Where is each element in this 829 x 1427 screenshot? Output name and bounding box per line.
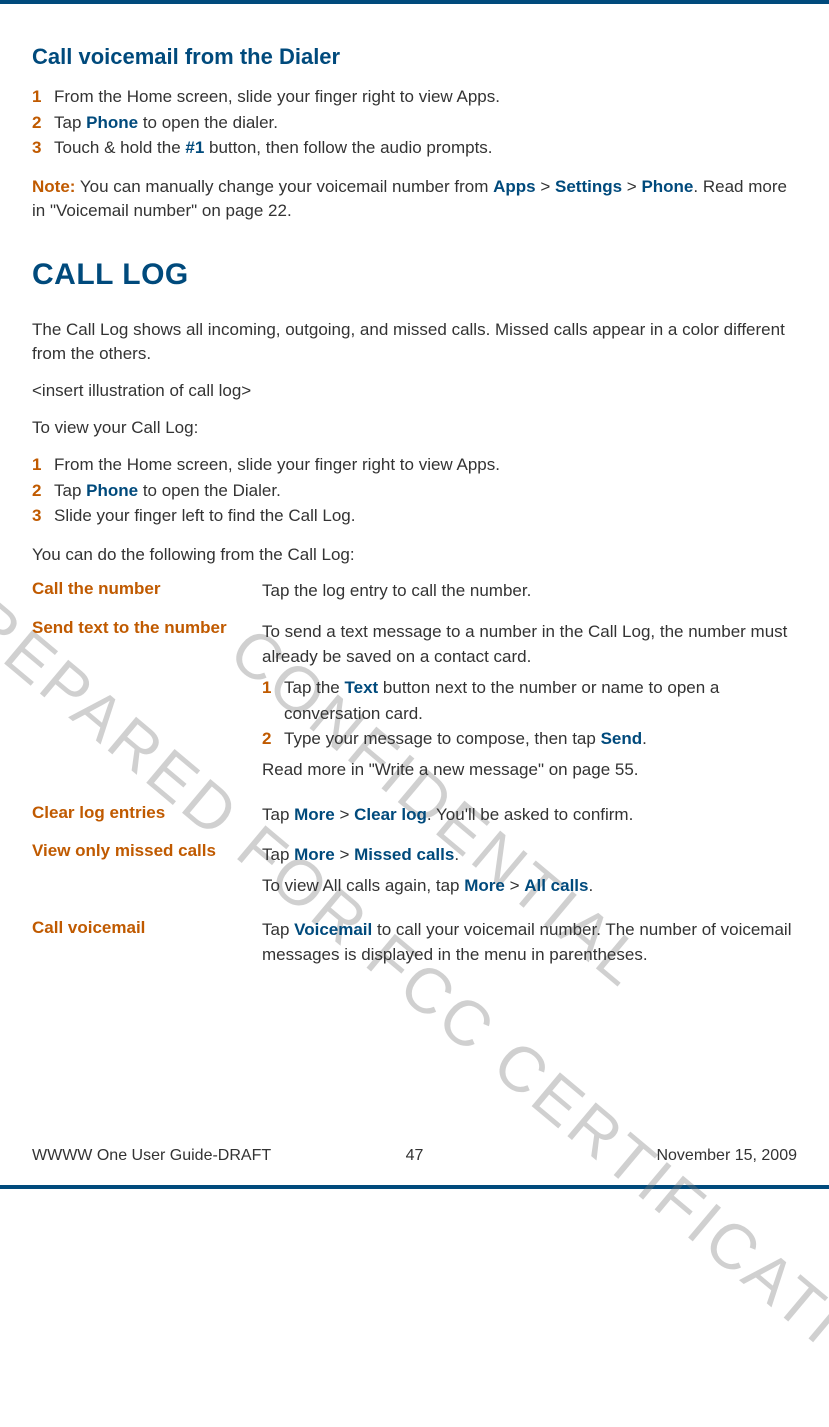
text-fragment: Tap [54, 113, 86, 132]
dialer-steps: 1 From the Home screen, slide your finge… [32, 84, 797, 161]
step-number: 3 [32, 503, 54, 529]
step-1: 1 From the Home screen, slide your finge… [32, 84, 797, 110]
step-text: Tap Phone to open the dialer. [54, 110, 797, 136]
link-phone: Phone [86, 113, 138, 132]
send-text-more: Read more in "Write a new message" on pa… [262, 758, 797, 783]
link-all-calls: All calls [524, 876, 588, 895]
note-label: Note: [32, 177, 75, 196]
step-3: 3 Slide your finger left to find the Cal… [32, 503, 797, 529]
log-intro: The Call Log shows all incoming, outgoin… [32, 318, 797, 367]
action-call-voicemail: Call voicemail Tap Voicemail to call you… [32, 918, 797, 967]
log-toview: To view your Call Log: [32, 416, 797, 441]
text-fragment: To view All calls again, tap [262, 876, 464, 895]
action-label: Send text to the number [32, 618, 262, 788]
action-body: Tap More > Missed calls. To view All cal… [262, 841, 797, 904]
step-number: 2 [32, 478, 54, 504]
step-1: 1 Tap the Text button next to the number… [262, 675, 797, 726]
log-placeholder: <insert illustration of call log> [32, 379, 797, 404]
link-apps: Apps [493, 177, 536, 196]
step-number: 1 [32, 452, 54, 478]
step-text: Type your message to compose, then tap S… [284, 726, 797, 752]
step-number: 3 [32, 135, 54, 161]
actions-table: Call the number Tap the log entry to cal… [32, 579, 797, 967]
text-fragment: to open the dialer. [138, 113, 278, 132]
text-fragment: . You'll be asked to confirm. [427, 805, 633, 824]
text-fragment: > [536, 177, 555, 196]
log-cando: You can do the following from the Call L… [32, 543, 797, 568]
missed-line2: To view All calls again, tap More > All … [262, 874, 797, 899]
text-fragment: Tap [262, 845, 294, 864]
footer-right: November 15, 2009 [656, 1147, 797, 1165]
page-footer: WWWW One User Guide-DRAFT 47 November 15… [32, 1147, 797, 1165]
link-phone: Phone [86, 481, 138, 500]
step-text: Tap Phone to open the Dialer. [54, 478, 797, 504]
link-more: More [464, 876, 505, 895]
step-1: 1 From the Home screen, slide your finge… [32, 452, 797, 478]
text-fragment: > [622, 177, 641, 196]
step-3: 3 Touch & hold the #1 button, then follo… [32, 135, 797, 161]
link-settings: Settings [555, 177, 622, 196]
link-voicemail: Voicemail [294, 920, 372, 939]
step-number: 1 [262, 675, 284, 701]
text-fragment: Tap the [284, 678, 345, 697]
step-text: From the Home screen, slide your finger … [54, 452, 797, 478]
action-send-text: Send text to the number To send a text m… [32, 618, 797, 788]
action-missed-calls: View only missed calls Tap More > Missed… [32, 841, 797, 904]
text-fragment: Touch & hold the [54, 138, 185, 157]
action-label: Clear log entries [32, 803, 262, 828]
link-missed-calls: Missed calls [354, 845, 454, 864]
text-fragment: . [588, 876, 593, 895]
step-number: 2 [32, 110, 54, 136]
step-text: Touch & hold the #1 button, then follow … [54, 135, 797, 161]
page-content: Call voicemail from the Dialer 1 From th… [32, 44, 797, 968]
text-fragment: > [335, 845, 354, 864]
action-label: Call voicemail [32, 918, 262, 967]
text-fragment: button, then follow the audio prompts. [204, 138, 492, 157]
text-fragment: > [505, 876, 524, 895]
log-steps: 1 From the Home screen, slide your finge… [32, 452, 797, 529]
heading-dialer-voicemail: Call voicemail from the Dialer [32, 44, 797, 70]
link-hash1: #1 [185, 138, 204, 157]
text-fragment: You can manually change your voicemail n… [75, 177, 493, 196]
text-fragment: Tap [262, 805, 294, 824]
step-text: From the Home screen, slide your finger … [54, 84, 797, 110]
text-fragment: Type your message to compose, then tap [284, 729, 601, 748]
step-2: 2 Tap Phone to open the dialer. [32, 110, 797, 136]
action-label: View only missed calls [32, 841, 262, 904]
document-page: PREPARED FOR FCC CERTIFICATION CONFIDENT… [0, 0, 829, 1189]
text-fragment: to open the Dialer. [138, 481, 281, 500]
link-clear-log: Clear log [354, 805, 427, 824]
step-2: 2 Tap Phone to open the Dialer. [32, 478, 797, 504]
action-body: Tap More > Clear log. You'll be asked to… [262, 803, 797, 828]
heading-call-log: CALL LOG [32, 258, 797, 292]
step-number: 2 [262, 726, 284, 752]
link-text: Text [345, 678, 379, 697]
action-label: Call the number [32, 579, 262, 604]
footer-page-number: 47 [406, 1147, 424, 1165]
text-fragment: . [642, 729, 647, 748]
text-fragment: Tap [262, 920, 294, 939]
action-body: Tap Voicemail to call your voicemail num… [262, 918, 797, 967]
send-text-intro: To send a text message to a number in th… [262, 620, 797, 669]
link-phone: Phone [641, 177, 693, 196]
missed-line1: Tap More > Missed calls. [262, 843, 797, 868]
step-number: 1 [32, 84, 54, 110]
footer-left: WWWW One User Guide-DRAFT [32, 1147, 271, 1165]
text-fragment: > [335, 805, 354, 824]
link-send: Send [601, 729, 643, 748]
action-body: To send a text message to a number in th… [262, 618, 797, 788]
text-fragment: Tap [54, 481, 86, 500]
action-call-number: Call the number Tap the log entry to cal… [32, 579, 797, 604]
note-paragraph: Note: You can manually change your voice… [32, 175, 797, 224]
step-text: Slide your finger left to find the Call … [54, 503, 797, 529]
send-text-steps: 1 Tap the Text button next to the number… [262, 675, 797, 752]
step-2: 2 Type your message to compose, then tap… [262, 726, 797, 752]
action-body: Tap the log entry to call the number. [262, 579, 797, 604]
action-clear-log: Clear log entries Tap More > Clear log. … [32, 803, 797, 828]
step-text: Tap the Text button next to the number o… [284, 675, 797, 726]
link-more: More [294, 845, 335, 864]
text-fragment: . [454, 845, 459, 864]
link-more: More [294, 805, 335, 824]
